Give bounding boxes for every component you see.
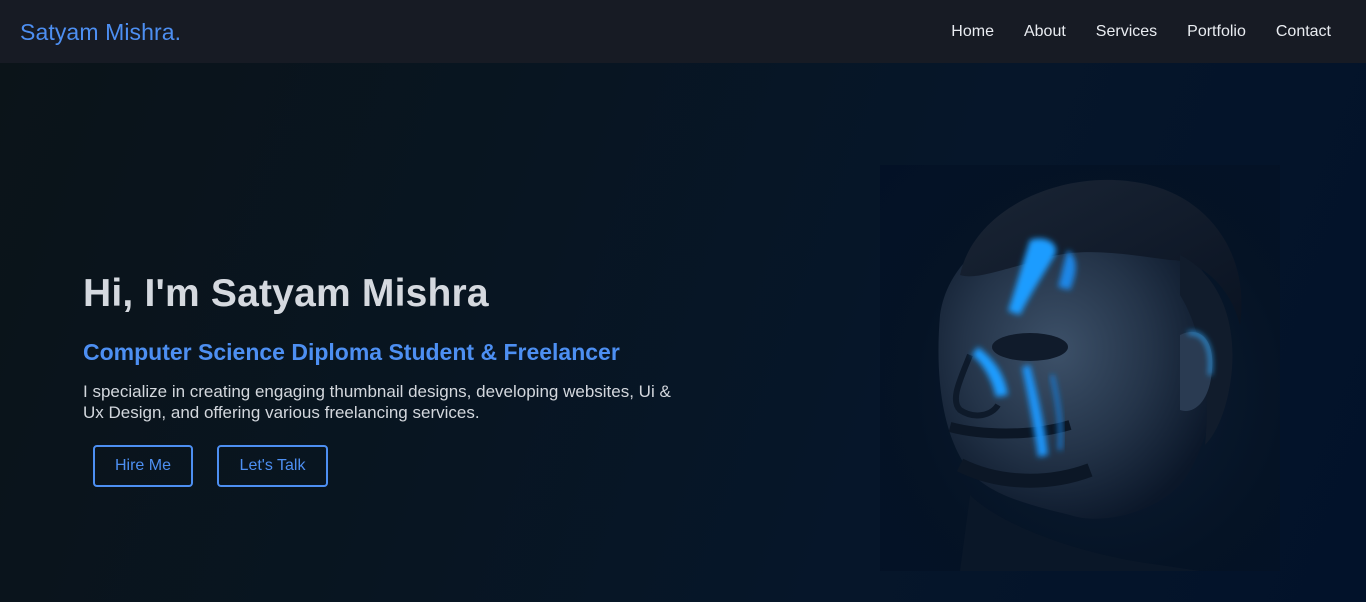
hero-section: Hi, I'm Satyam Mishra Computer Science D… [0, 63, 1366, 602]
nav-links: Home About Services Portfolio Contact [921, 23, 1331, 41]
nav-link-about[interactable]: About [1024, 23, 1066, 41]
hero-text: Hi, I'm Satyam Mishra Computer Science D… [83, 270, 693, 487]
nav-link-home[interactable]: Home [951, 23, 994, 41]
hire-me-button[interactable]: Hire Me [93, 445, 193, 487]
hero-title: Hi, I'm Satyam Mishra [83, 272, 489, 315]
nav-link-portfolio[interactable]: Portfolio [1187, 23, 1246, 41]
hero-description: I specialize in creating engaging thumbn… [83, 382, 671, 422]
navbar: Satyam Mishra. Home About Services Portf… [0, 0, 1366, 63]
hero-subtitle: Computer Science Diploma Student & Freel… [83, 339, 620, 365]
nav-link-services[interactable]: Services [1096, 23, 1157, 41]
lets-talk-button[interactable]: Let's Talk [217, 445, 328, 487]
profile-photo-illustration [938, 179, 1242, 571]
brand-logo[interactable]: Satyam Mishra. [20, 18, 181, 46]
hero-buttons: Hire Me Let's Talk [93, 445, 693, 487]
profile-photo [880, 165, 1280, 571]
nav-link-contact[interactable]: Contact [1276, 23, 1331, 41]
